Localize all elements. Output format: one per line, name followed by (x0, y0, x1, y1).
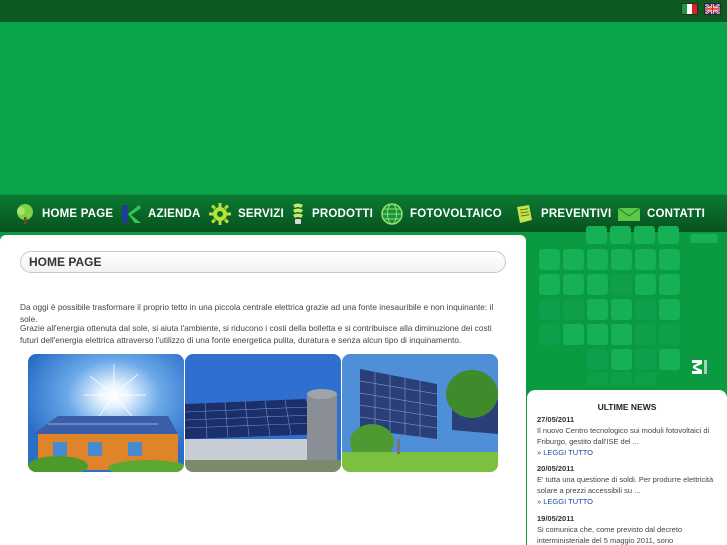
read-more-link[interactable]: » LEGGI TUTTO (537, 496, 723, 507)
uk-flag-icon[interactable] (704, 3, 721, 15)
photo-solar-warehouse (185, 354, 341, 472)
italy-flag-icon[interactable] (681, 3, 698, 15)
page-title: HOME PAGE (20, 251, 506, 273)
top-bar (0, 0, 727, 22)
header-banner (0, 22, 727, 194)
nav-label: CONTATTI (647, 208, 706, 220)
benefits-paragraph: Grazie all'energia ottenuta dal sole, si… (20, 323, 492, 345)
k-logo-icon (122, 205, 141, 223)
read-more-link[interactable]: » LEGGI TUTTO (537, 447, 723, 458)
envelope-icon (617, 207, 641, 221)
nav-label: HOME PAGE (42, 208, 114, 220)
news-date: 27/05/2011 (537, 415, 575, 424)
nav-label: FOTOVOLTAICO (410, 208, 502, 220)
lightbulb-icon (293, 203, 303, 224)
news-date: 20/05/2011 (537, 464, 575, 473)
nav-label: PRODOTTI (312, 208, 374, 220)
news-item: 27/05/2011 Il nuovo Centro tecnologico s… (537, 415, 723, 458)
nav-fotovoltaico[interactable]: FOTOVOLTAICO (380, 195, 502, 233)
news-panel: ULTIME NEWS 27/05/2011 Il nuovo Centro t… (527, 390, 727, 545)
nav-label: SERVIZI (238, 208, 284, 220)
gear-icon (209, 203, 231, 225)
news-text: Il nuovo Centro tecnologico sui moduli f… (537, 426, 710, 446)
nav-home-page[interactable]: HOME PAGE (14, 195, 113, 233)
photo-solar-field (342, 354, 498, 472)
news-text: E' tutta una questione di soldi. Per pro… (537, 475, 714, 495)
nav-label: AZIENDA (148, 208, 201, 220)
nav-prodotti[interactable]: PRODOTTI (290, 195, 373, 233)
globe-icon (381, 203, 403, 225)
news-title: ULTIME NEWS (597, 402, 657, 412)
news-date: 19/05/2011 (537, 514, 575, 523)
document-icon (517, 205, 532, 223)
nav-azienda[interactable]: AZIENDA (120, 195, 201, 233)
nav-servizi[interactable]: SERVIZI (208, 195, 284, 233)
news-item: 20/05/2011 E' tutta una questione di sol… (537, 464, 723, 507)
language-switcher (681, 3, 721, 15)
main-content: HOME PAGE Da oggi è possibile trasformar… (0, 235, 526, 545)
company-logo-mark (692, 360, 707, 374)
tree-icon (17, 204, 33, 224)
photo-solar-roof-house (28, 354, 184, 472)
news-item: 19/05/2011 Si comunica che, come previst… (537, 514, 723, 545)
nav-label: PREVENTIVI (541, 208, 612, 220)
news-text: Si comunica che, come previsto dal decre… (537, 525, 683, 545)
